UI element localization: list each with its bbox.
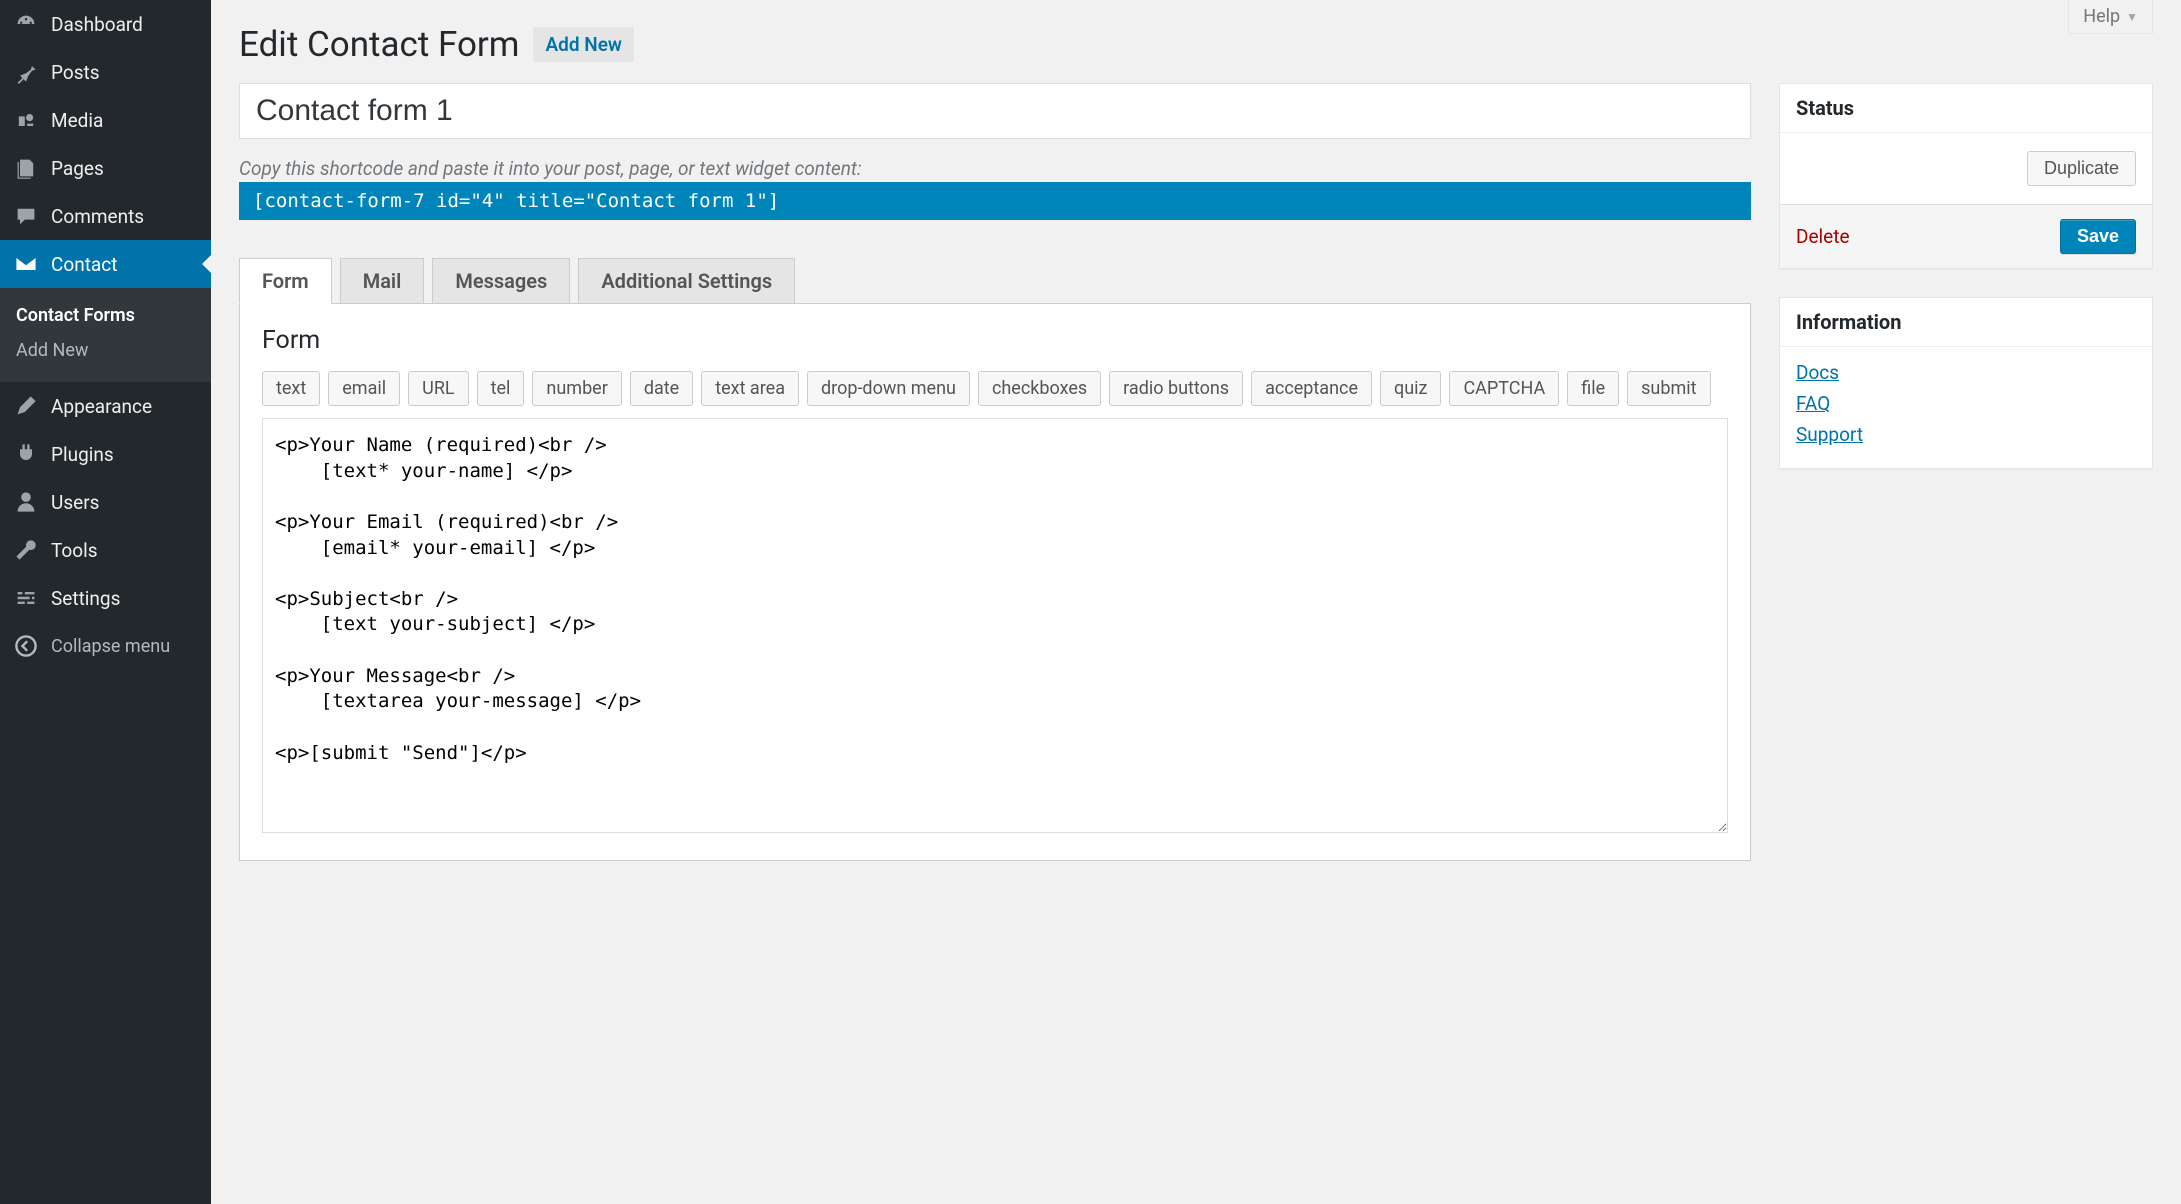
collapse-menu[interactable]: Collapse menu	[0, 622, 211, 670]
wrench-icon	[13, 537, 39, 563]
sidebar-item-label: Posts	[51, 61, 100, 84]
form-title-input[interactable]	[239, 83, 1751, 139]
add-new-button[interactable]: Add New	[533, 27, 634, 62]
sidebar-item-label: Plugins	[51, 443, 114, 466]
tag-radio[interactable]: radio buttons	[1109, 371, 1243, 406]
tag-text[interactable]: text	[262, 371, 320, 406]
page-title: Edit Contact Form Add New	[239, 24, 634, 65]
tab-mail[interactable]: Mail	[340, 258, 425, 304]
tag-tel[interactable]: tel	[477, 371, 525, 406]
media-icon	[13, 107, 39, 133]
sidebar-item-label: Users	[51, 491, 99, 514]
sidebar-sub-add-new[interactable]: Add New	[0, 333, 211, 368]
sidebar-item-label: Dashboard	[51, 13, 143, 36]
panel-heading: Form	[262, 326, 1728, 355]
tag-date[interactable]: date	[630, 371, 693, 406]
docs-link[interactable]: Docs	[1796, 361, 2136, 384]
envelope-icon	[13, 251, 39, 277]
sidebar-item-label: Contact	[51, 253, 117, 276]
sidebar-item-tools[interactable]: Tools	[0, 526, 211, 574]
admin-sidebar: Dashboard Posts Media Pages Comments Con…	[0, 0, 211, 1204]
sidebar-item-users[interactable]: Users	[0, 478, 211, 526]
tab-messages[interactable]: Messages	[432, 258, 570, 304]
sidebar-submenu: Contact Forms Add New	[0, 288, 211, 382]
status-metabox: Status Duplicate Delete Save	[1779, 83, 2153, 269]
editor-tabs: Form Mail Messages Additional Settings	[239, 258, 1751, 304]
shortcode-box[interactable]: [contact-form-7 id="4" title="Contact fo…	[239, 182, 1751, 220]
sidebar-item-comments[interactable]: Comments	[0, 192, 211, 240]
tag-checkboxes[interactable]: checkboxes	[978, 371, 1101, 406]
faq-link[interactable]: FAQ	[1796, 392, 2136, 415]
dashboard-icon	[13, 11, 39, 37]
user-icon	[13, 489, 39, 515]
sidebar-item-label: Appearance	[51, 395, 152, 418]
main-content: Help ▼ Edit Contact Form Add New Copy th…	[211, 0, 2181, 1204]
sidebar-item-plugins[interactable]: Plugins	[0, 430, 211, 478]
tag-quiz[interactable]: quiz	[1380, 371, 1441, 406]
form-content-textarea[interactable]	[262, 418, 1728, 833]
pages-icon	[13, 155, 39, 181]
chevron-down-icon: ▼	[2126, 10, 2138, 24]
sidebar-item-label: Tools	[51, 539, 98, 562]
help-tab[interactable]: Help ▼	[2068, 0, 2153, 34]
form-panel: Form text email URL tel number date text…	[239, 303, 1751, 861]
collapse-icon	[13, 633, 39, 659]
information-metabox: Information Docs FAQ Support	[1779, 297, 2153, 469]
plug-icon	[13, 441, 39, 467]
status-heading: Status	[1780, 84, 2152, 133]
sidebar-item-appearance[interactable]: Appearance	[0, 382, 211, 430]
tag-url[interactable]: URL	[408, 371, 468, 406]
information-heading: Information	[1780, 298, 2152, 347]
sidebar-item-label: Comments	[51, 205, 144, 228]
tab-additional-settings[interactable]: Additional Settings	[578, 258, 795, 304]
tag-submit[interactable]: submit	[1627, 371, 1710, 406]
sidebar-item-settings[interactable]: Settings	[0, 574, 211, 622]
collapse-label: Collapse menu	[51, 636, 170, 657]
delete-link[interactable]: Delete	[1796, 225, 1850, 248]
tag-acceptance[interactable]: acceptance	[1251, 371, 1372, 406]
pin-icon	[13, 59, 39, 85]
sidebar-item-posts[interactable]: Posts	[0, 48, 211, 96]
save-button[interactable]: Save	[2060, 219, 2136, 254]
brush-icon	[13, 393, 39, 419]
sidebar-item-media[interactable]: Media	[0, 96, 211, 144]
sidebar-item-pages[interactable]: Pages	[0, 144, 211, 192]
sidebar-sub-contact-forms[interactable]: Contact Forms	[0, 298, 211, 333]
shortcode-hint: Copy this shortcode and paste it into yo…	[239, 157, 1751, 180]
help-label: Help	[2083, 6, 2120, 27]
sidebar-item-label: Pages	[51, 157, 104, 180]
tag-captcha[interactable]: CAPTCHA	[1449, 371, 1559, 406]
sidebar-item-contact[interactable]: Contact	[0, 240, 211, 288]
sliders-icon	[13, 585, 39, 611]
sidebar-item-dashboard[interactable]: Dashboard	[0, 0, 211, 48]
tag-email[interactable]: email	[328, 371, 400, 406]
comment-icon	[13, 203, 39, 229]
tag-file[interactable]: file	[1567, 371, 1619, 406]
tag-dropdown[interactable]: drop-down menu	[807, 371, 970, 406]
sidebar-item-label: Settings	[51, 587, 120, 610]
duplicate-button[interactable]: Duplicate	[2027, 151, 2136, 186]
tag-number[interactable]: number	[532, 371, 621, 406]
support-link[interactable]: Support	[1796, 423, 2136, 446]
tag-textarea[interactable]: text area	[701, 371, 799, 406]
tag-generator-buttons: text email URL tel number date text area…	[262, 371, 1728, 406]
page-title-text: Edit Contact Form	[239, 24, 519, 65]
tab-form[interactable]: Form	[239, 258, 332, 304]
sidebar-item-label: Media	[51, 109, 103, 132]
